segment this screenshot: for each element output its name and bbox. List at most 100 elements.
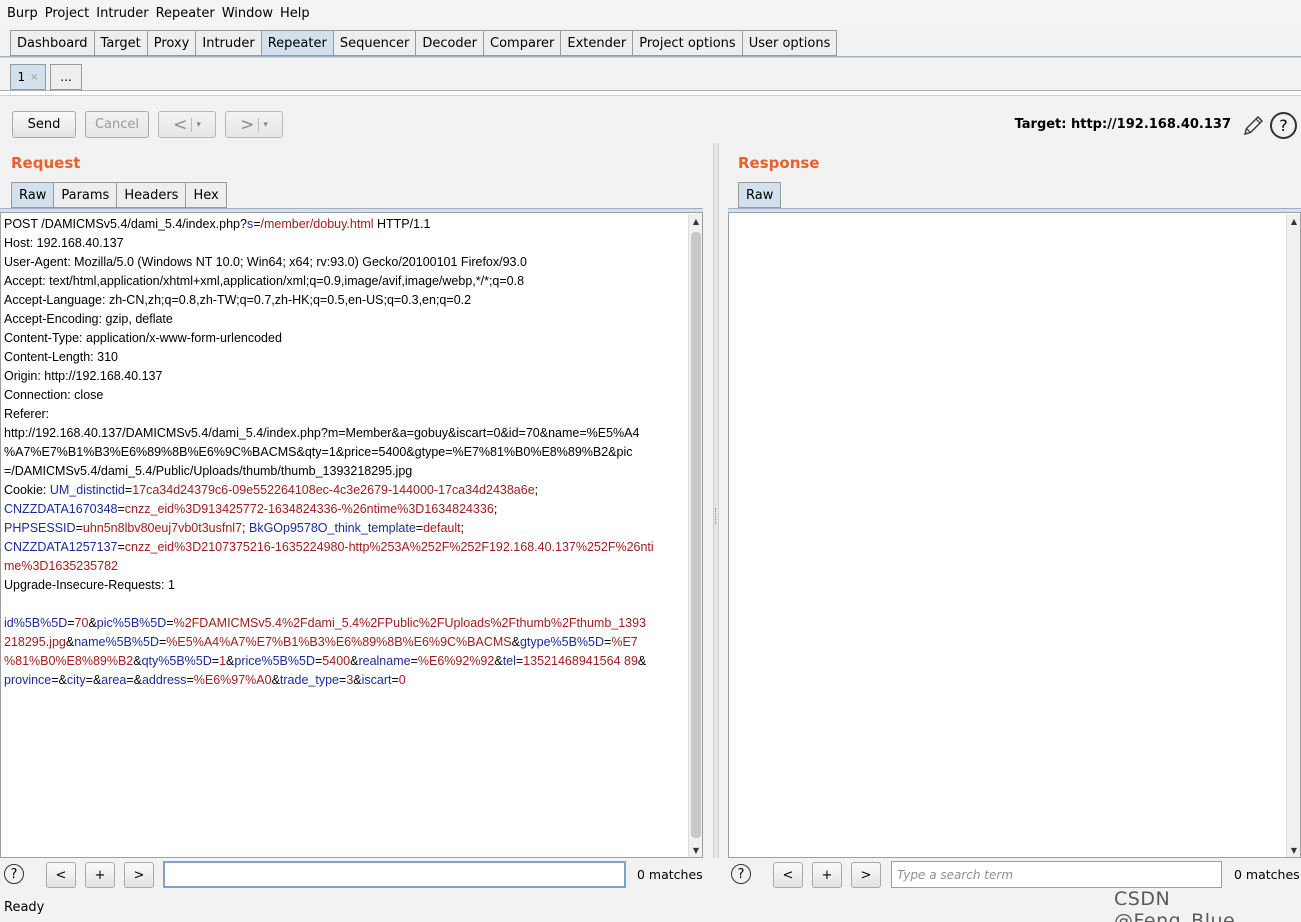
param-value: 0: [398, 673, 406, 687]
request-tab-bar: Raw Params Headers Hex: [11, 182, 227, 208]
tab-intruder[interactable]: Intruder: [195, 30, 261, 56]
tab-repeater[interactable]: Repeater: [260, 30, 333, 56]
request-text-segment: ;: [460, 521, 465, 535]
menu-repeater[interactable]: Repeater: [153, 6, 218, 21]
request-line: Host: 192.168.40.137: [4, 234, 684, 253]
request-text-segment: ;: [534, 483, 539, 497]
dropdown-arrow-icon: ▾: [263, 119, 268, 130]
request-text-segment: =: [410, 654, 418, 668]
menu-burp[interactable]: Burp: [4, 6, 41, 21]
tab-dashboard[interactable]: Dashboard: [10, 30, 94, 56]
request-text-segment: Content-Length: 310: [4, 350, 118, 364]
param-name: UM_distinctid: [49, 483, 125, 497]
tab-user-options[interactable]: User options: [741, 30, 838, 56]
main-tab-bar: Dashboard Target Proxy Intruder Repeater…: [10, 30, 838, 56]
help-icon[interactable]: ?: [4, 864, 24, 884]
tab-target[interactable]: Target: [93, 30, 147, 56]
request-text-segment: Origin: http://192.168.40.137: [4, 369, 163, 383]
search-prev-button[interactable]: <: [46, 862, 76, 888]
help-icon[interactable]: ?: [731, 864, 751, 884]
request-text-segment: http://192.168.40.137/DAMICMSv5.4/dami_5…: [4, 426, 640, 440]
request-text-segment: =: [75, 521, 83, 535]
menu-project[interactable]: Project: [42, 6, 92, 21]
tab-sequencer[interactable]: Sequencer: [332, 30, 416, 56]
repeater-tab-1[interactable]: 1 ×: [10, 64, 46, 90]
request-text-segment: Accept-Encoding: gzip, deflate: [4, 312, 173, 326]
request-text-segment: %A7%E7%B1%B3%E6%89%8B%E6%9C%BACMS&qty=1&…: [4, 445, 633, 459]
response-tab-bar: Raw: [738, 182, 782, 208]
param-name: iscart: [361, 673, 392, 687]
search-prev-button[interactable]: <: [773, 862, 803, 888]
request-text-segment: Cookie:: [4, 483, 50, 497]
request-text-segment: ;: [242, 521, 249, 535]
response-tab-raw[interactable]: Raw: [738, 182, 782, 208]
request-text-segment: &: [511, 635, 520, 649]
tab-comparer[interactable]: Comparer: [483, 30, 561, 56]
request-line: 218295.jpg&name%5B%5D=%E5%A4%A7%E7%B1%B3…: [4, 633, 684, 652]
request-scrollbar[interactable]: ▲ ▼: [688, 214, 702, 857]
main-tab-underline: [0, 56, 1301, 58]
request-text-segment: &: [271, 673, 280, 687]
send-button[interactable]: Send: [12, 111, 76, 138]
back-button[interactable]: < ▾: [158, 111, 216, 138]
tab-extender[interactable]: Extender: [560, 30, 633, 56]
menu-intruder[interactable]: Intruder: [93, 6, 151, 21]
scroll-thumb[interactable]: [691, 232, 701, 838]
param-value: 13521468941564 89: [523, 654, 638, 668]
request-tab-raw[interactable]: Raw: [11, 182, 54, 208]
request-tab-params[interactable]: Params: [53, 182, 117, 208]
param-name: price%5B%5D: [234, 654, 315, 668]
param-value: cnzz_eid%3D2107375216-1635224980-http%25…: [124, 540, 654, 554]
chevron-left-icon: <: [173, 114, 188, 135]
request-text-segment: &: [637, 654, 647, 668]
watermark: CSDN @Feng_Blue_: [1114, 888, 1246, 922]
request-text[interactable]: POST /DAMICMSv5.4/dami_5.4/index.php?s=/…: [4, 215, 684, 690]
response-scrollbar[interactable]: ▲ ▼: [1286, 214, 1300, 857]
search-add-button[interactable]: +: [85, 862, 115, 888]
scroll-down-icon[interactable]: ▼: [689, 843, 703, 857]
response-search-input[interactable]: Type a search term: [891, 861, 1222, 888]
separator: [191, 117, 193, 132]
request-line: CNZZDATA1670348=cnzz_eid%3D913425772-163…: [4, 500, 684, 519]
tab-proxy[interactable]: Proxy: [146, 30, 196, 56]
request-tab-headers[interactable]: Headers: [116, 182, 186, 208]
close-icon[interactable]: ×: [30, 72, 38, 83]
request-tab-hex[interactable]: Hex: [185, 182, 227, 208]
param-value: %2FDAMICMSv5.4%2Fdami_5.4%2FPublic%2FUpl…: [173, 616, 647, 630]
scroll-up-icon[interactable]: ▲: [1287, 214, 1301, 228]
request-text-segment: POST /DAMICMSv5.4/dami_5.4/index.php?: [4, 217, 247, 231]
search-next-button[interactable]: >: [124, 862, 154, 888]
divider-grip[interactable]: [715, 508, 717, 524]
request-line: PHPSESSID=uhn5n8lbv80euj7vb0t3usfnl7; Bk…: [4, 519, 684, 538]
request-line: Accept-Encoding: gzip, deflate: [4, 310, 684, 329]
search-next-button[interactable]: >: [851, 862, 881, 888]
help-icon[interactable]: ?: [1270, 112, 1297, 139]
request-text-segment: HTTP/1.1: [373, 217, 431, 231]
menu-bar: Burp Project Intruder Repeater Window He…: [0, 0, 1301, 26]
new-repeater-tab[interactable]: ...: [50, 64, 82, 90]
param-name: trade_type: [279, 673, 339, 687]
menu-window[interactable]: Window: [219, 6, 276, 21]
request-text-segment: Connection: close: [4, 388, 104, 402]
pencil-icon[interactable]: [1241, 114, 1265, 138]
param-value: default: [423, 521, 461, 535]
menu-help[interactable]: Help: [277, 6, 313, 21]
request-line: =/DAMICMSv5.4/dami_5.4/Public/Uploads/th…: [4, 462, 684, 481]
request-search-input[interactable]: [163, 861, 626, 888]
cancel-button[interactable]: Cancel: [85, 111, 149, 138]
param-name: name%5B%5D: [74, 635, 159, 649]
tab-decoder[interactable]: Decoder: [415, 30, 484, 56]
forward-button[interactable]: > ▾: [225, 111, 283, 138]
request-line: me%3D1635235782: [4, 557, 684, 576]
request-text-segment: Referer:: [4, 407, 50, 421]
request-text-segment: Accept-Language: zh-CN,zh;q=0.8,zh-TW;q=…: [4, 293, 472, 307]
scroll-down-icon[interactable]: ▼: [1287, 843, 1301, 857]
request-editor[interactable]: POST /DAMICMSv5.4/dami_5.4/index.php?s=/…: [0, 212, 703, 858]
search-add-button[interactable]: +: [812, 862, 842, 888]
tab-project-options[interactable]: Project options: [632, 30, 742, 56]
repeater-tab-label: 1: [17, 70, 26, 84]
split-divider[interactable]: [713, 143, 719, 858]
scroll-up-icon[interactable]: ▲: [689, 214, 703, 228]
param-name: qty%5B%5D: [141, 654, 212, 668]
response-editor[interactable]: ▲ ▼: [728, 212, 1301, 858]
